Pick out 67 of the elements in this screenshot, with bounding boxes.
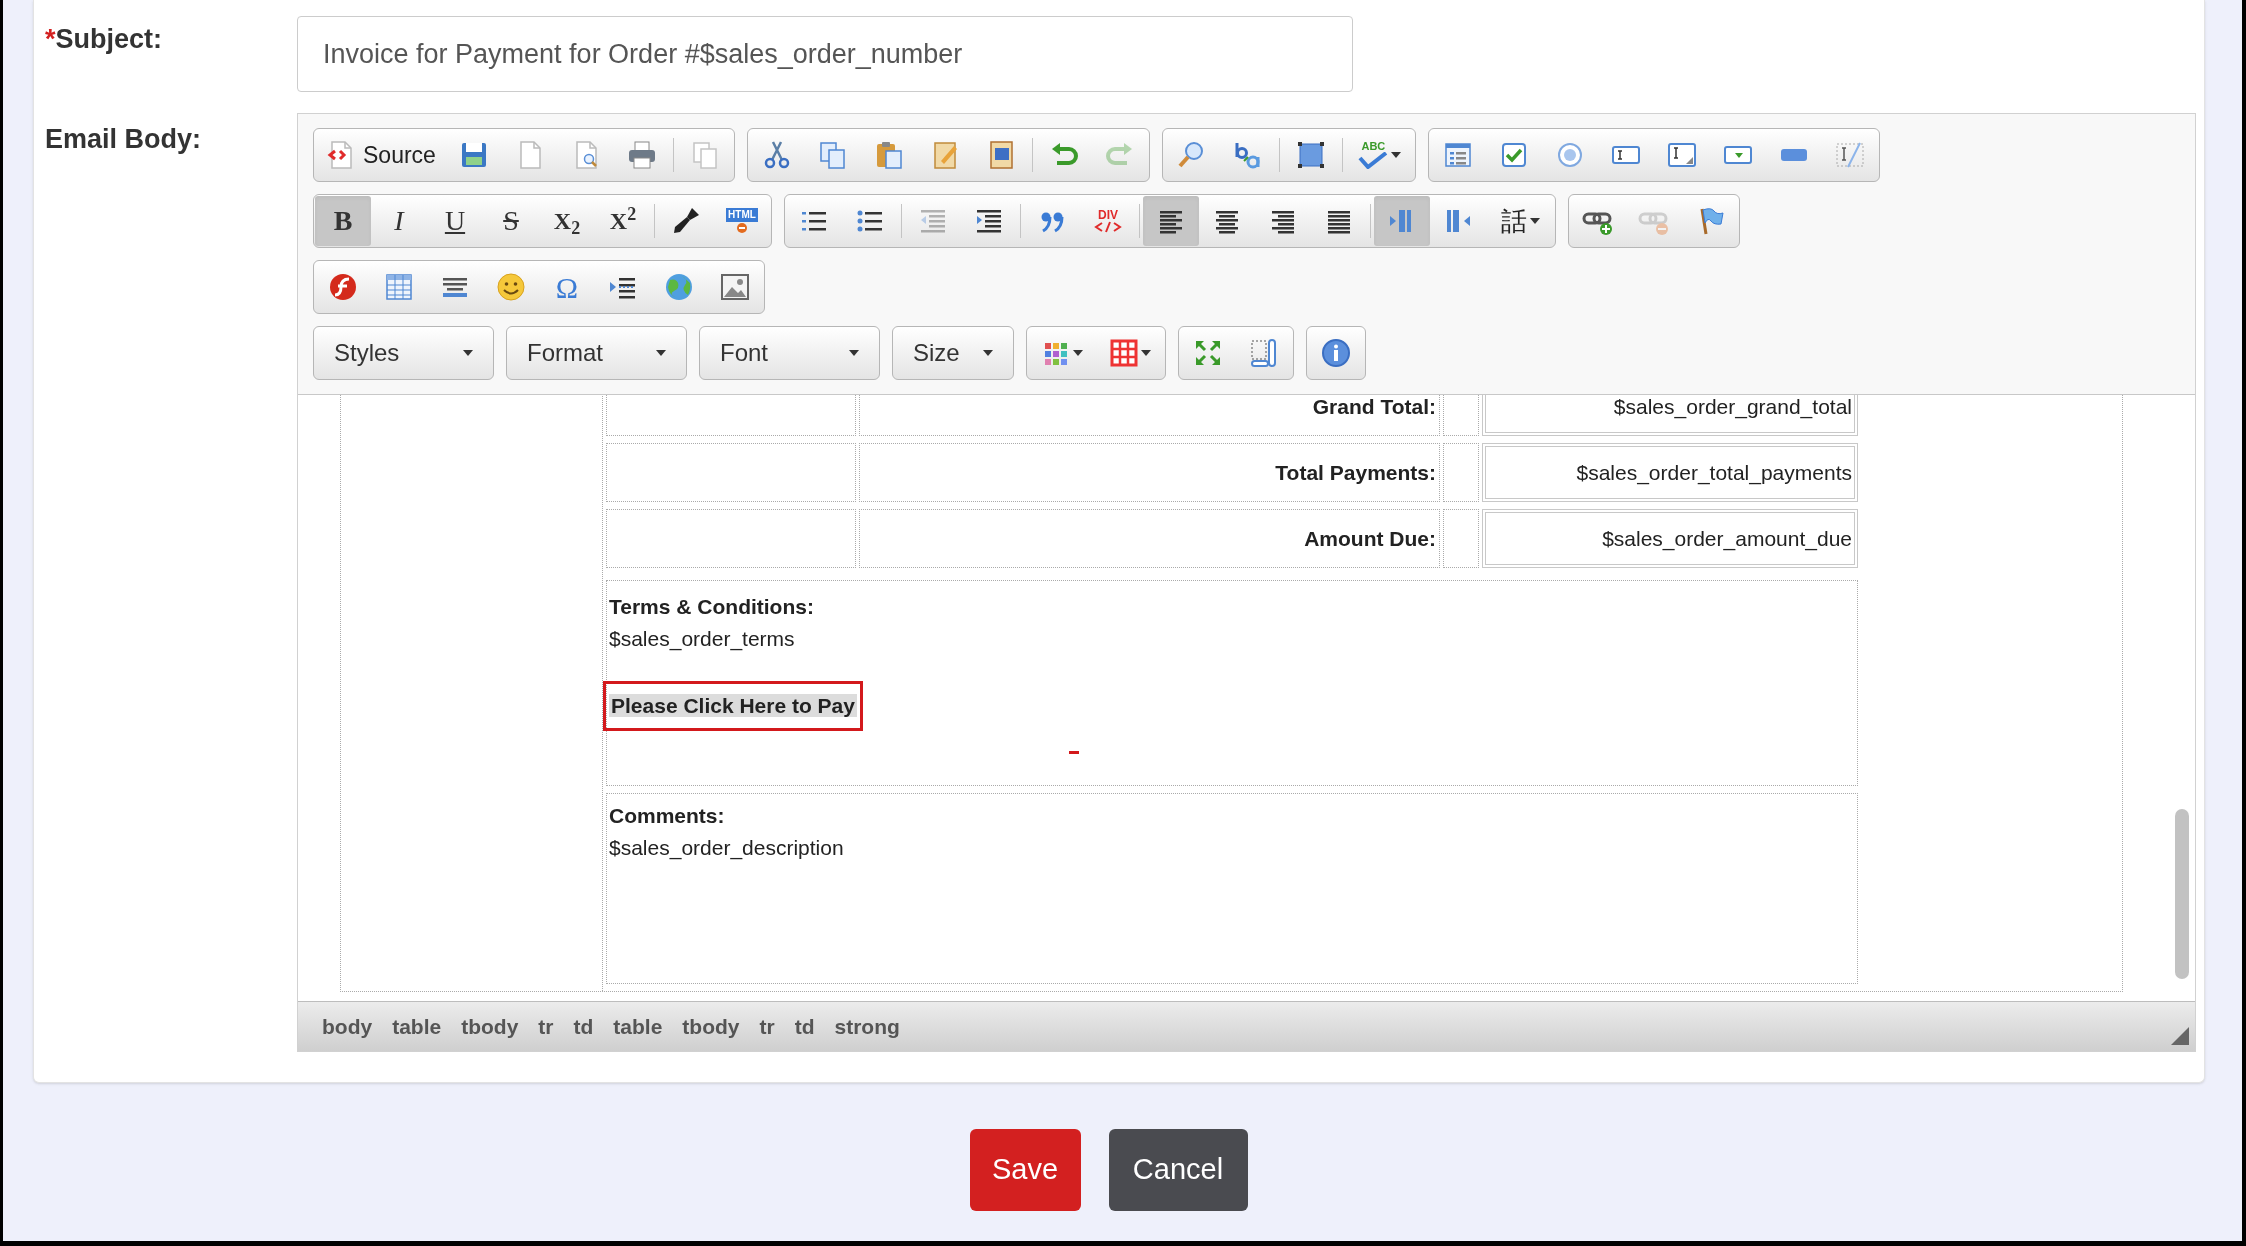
path-item[interactable]: td bbox=[794, 1010, 815, 1043]
path-item[interactable]: table bbox=[613, 1010, 663, 1043]
minus-badge-button[interactable]: HTML bbox=[714, 196, 770, 246]
flash-icon bbox=[327, 271, 359, 303]
caret-icon bbox=[656, 350, 666, 356]
summary-value: $sales_order_amount_due bbox=[1602, 525, 1852, 553]
terms-placeholder: $sales_order_terms bbox=[609, 626, 795, 653]
caret-icon bbox=[1391, 152, 1402, 158]
globe-icon bbox=[663, 271, 695, 303]
grid-icon bbox=[1109, 339, 1138, 367]
italic-button[interactable]: I bbox=[371, 196, 427, 246]
dropdown-select[interactable]: Format bbox=[506, 326, 687, 380]
subject-field[interactable]: Invoice for Payment for Order #$sales_order_number bbox=[297, 16, 1353, 92]
cursor-mark bbox=[1069, 751, 1079, 754]
email-body-label: Email Body: bbox=[45, 124, 202, 154]
dropdown-select[interactable]: Font bbox=[699, 326, 880, 380]
path-item[interactable]: tr bbox=[759, 1010, 775, 1043]
summary-value: $sales_order_total_payments bbox=[1576, 459, 1852, 487]
left-to-right-button[interactable] bbox=[1374, 196, 1430, 246]
minus-badge-icon bbox=[736, 222, 748, 234]
pay-link[interactable]: Please Click Here to Pay bbox=[609, 694, 857, 717]
cancel-button[interactable]: Cancel bbox=[1108, 1129, 1248, 1211]
source-button[interactable]: Source bbox=[315, 130, 446, 180]
path-item[interactable]: strong bbox=[834, 1010, 900, 1043]
strikethrough-button[interactable]: S bbox=[483, 196, 539, 246]
summary-label: Amount Due: bbox=[1304, 525, 1436, 552]
smiley-icon bbox=[495, 271, 527, 303]
code-brackets-button[interactable]: DIV bbox=[1080, 196, 1136, 246]
path-item[interactable]: tr bbox=[538, 1010, 554, 1043]
summary-label: Grand Total: bbox=[1312, 395, 1436, 420]
language-button[interactable]: 話 bbox=[1486, 196, 1554, 246]
code-brackets-icon bbox=[1093, 221, 1123, 233]
align-left-button[interactable] bbox=[1143, 196, 1199, 246]
image-icon bbox=[719, 271, 751, 303]
comments-placeholder: $sales_order_description bbox=[609, 835, 844, 862]
info-icon bbox=[1320, 337, 1352, 369]
path-item[interactable]: tbody bbox=[682, 1010, 740, 1043]
path-item[interactable]: td bbox=[573, 1010, 594, 1043]
caret-icon bbox=[1140, 350, 1151, 356]
caret-icon bbox=[1072, 350, 1083, 356]
scrollbar-thumb[interactable] bbox=[2175, 809, 2189, 979]
empty-cell bbox=[1443, 509, 1479, 568]
caret-icon bbox=[463, 350, 473, 356]
summary-label: Total Payments: bbox=[1275, 459, 1436, 486]
path-item[interactable]: body bbox=[322, 1010, 373, 1043]
terms-heading: Terms & Conditions: bbox=[609, 594, 814, 620]
caret-icon bbox=[1529, 218, 1540, 224]
path-item[interactable]: tbody bbox=[461, 1010, 519, 1043]
summary-value: $sales_order_grand_total bbox=[1613, 395, 1852, 421]
caret-icon bbox=[983, 350, 993, 356]
underline-button[interactable]: U bbox=[427, 196, 483, 246]
save-button[interactable]: Save bbox=[969, 1129, 1081, 1211]
path-item[interactable]: table bbox=[392, 1010, 442, 1043]
caret-icon bbox=[849, 350, 859, 356]
comments-heading: Comments: bbox=[609, 803, 725, 829]
required-mark: * bbox=[45, 23, 56, 56]
dropdown-select[interactable]: Styles bbox=[313, 326, 494, 380]
resize-grip-icon[interactable] bbox=[2171, 1027, 2189, 1045]
superscript-button[interactable]: X$^{2}$ bbox=[595, 196, 651, 246]
special-character-button[interactable]: Ω bbox=[539, 262, 595, 312]
subject-label: Subject: bbox=[55, 23, 163, 56]
subscript-button[interactable]: X$_{2}$ bbox=[539, 196, 595, 246]
table-icon bbox=[383, 271, 415, 303]
check-mark-icon bbox=[1358, 152, 1389, 169]
empty-cell bbox=[1443, 443, 1479, 502]
dropdown-select[interactable]: Size bbox=[892, 326, 1014, 380]
bold-button[interactable]: B bbox=[315, 196, 371, 246]
